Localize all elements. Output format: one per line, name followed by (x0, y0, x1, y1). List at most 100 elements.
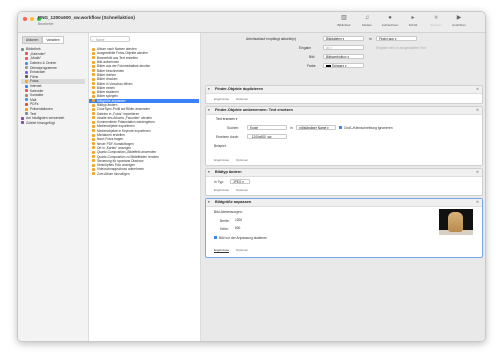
category-icon (25, 61, 28, 65)
receives-value: Bilddateien (326, 37, 342, 41)
sidebar-item-label: Filme (30, 74, 39, 79)
sidebar-item-label: „Musik“ (30, 56, 42, 61)
photos-icon (92, 116, 95, 120)
sidebar-item-label: Kontakte (30, 93, 44, 98)
step-icon: ▸ (411, 15, 415, 21)
card-header[interactable]: ▾ Finder-Objekte umbenennen: Text ersetz… (206, 107, 482, 115)
receives-select[interactable]: Bilddateien ▾ (323, 36, 364, 41)
replace-text-value: _1200x600_sw (250, 135, 272, 139)
tab-results[interactable]: Ergebnisse (214, 248, 230, 253)
photos-icon (92, 103, 95, 107)
category-icon (25, 93, 28, 97)
height-field[interactable]: 600 (233, 226, 249, 231)
name-scope-value: vollständiger Name (299, 126, 327, 130)
photos-icon (92, 129, 95, 133)
automator-window: PNG_1200x600_sw.workflow (Schnellaktion)… (17, 11, 486, 342)
width-field[interactable]: 1200 (233, 218, 249, 223)
sidebar-item-label: Zuletzt hinzugefügt (26, 120, 55, 125)
toolbar-step-button[interactable]: ▸ Schritt (404, 15, 422, 27)
category-icon (25, 75, 28, 79)
card-header[interactable]: ▾ Bildtyp ändern ✕ (206, 169, 482, 177)
sidebar-item-label: Präsentationen (30, 107, 53, 112)
input-select[interactable]: ist ▾ (323, 45, 364, 50)
toolbar-run-button[interactable]: ▶ Ausführen (450, 15, 468, 27)
sidebar-item-label: Dienstprogramme (30, 65, 57, 70)
in-label: in (369, 37, 372, 41)
photos-icon (92, 90, 95, 94)
tab-results[interactable]: Ergebnisse (214, 188, 229, 192)
search-text-field[interactable]: Kopie (247, 125, 287, 130)
tab-results[interactable]: Ergebnisse (214, 158, 229, 162)
receives-label: Arbeitsablauf empfängt aktuelle(n) (246, 37, 297, 41)
toolbar-library-button[interactable]: ▥ Bibliothek (335, 15, 353, 27)
chevron-down-icon[interactable]: ▾ (208, 107, 210, 114)
color-select[interactable]: Schwarz ▾ (323, 63, 364, 68)
scale-checkbox[interactable] (214, 236, 217, 239)
name-scope-select[interactable]: vollständiger Name ▾ (296, 125, 336, 130)
photos-icon (92, 142, 95, 146)
tab-options[interactable]: Optionen (236, 97, 248, 101)
toolbar-record-button[interactable]: ● Aufzeichnen (381, 15, 399, 27)
category-icon (25, 52, 28, 56)
height-label: Höhe: (220, 227, 229, 231)
action-search-input[interactable]: ⌕ Name (90, 36, 130, 42)
tab-options[interactable]: Optionen (236, 158, 248, 162)
photos-icon (92, 77, 95, 81)
card-footer-tabs: Ergebnisse Optionen (214, 248, 254, 253)
category-icon (25, 107, 28, 111)
photos-icon (92, 167, 95, 171)
search-text-value: Kopie (250, 126, 259, 130)
card-header[interactable]: ▾ Bildgröße anpassen ✕ (206, 199, 482, 207)
sidebar-item[interactable]: Zuletzt hinzugefügt (21, 121, 85, 126)
scale-label: Bild vor der Anpassung skalieren (219, 236, 268, 240)
close-icon[interactable]: ✕ (476, 199, 479, 206)
chevron-down-icon[interactable]: ▾ (208, 199, 210, 206)
search-placeholder: Name (96, 38, 105, 42)
toolbar-button-label: Schritt (408, 23, 418, 27)
chevron-down-icon[interactable]: ▾ (208, 86, 210, 93)
ignore-case-label: Groß-/Kleinschreibung ignorieren (344, 126, 393, 130)
workflow-area: Arbeitsablauf empfängt aktuelle(n) Bildd… (201, 33, 485, 341)
photos-icon (92, 107, 95, 111)
card-header[interactable]: ▾ Finder-Objekte duplizieren ✕ (206, 86, 482, 94)
photos-icon (92, 60, 95, 64)
dimensions-label: Bild-Abmessungen: (214, 210, 243, 214)
tab-variables[interactable]: Variablen (42, 36, 64, 44)
card-title: Bildtyp ändern (215, 170, 242, 174)
rename-mode-select[interactable]: Text ersetzen ▾ (214, 117, 244, 122)
category-icon (25, 79, 28, 83)
toolbar-stop-button[interactable]: ■ Stoppen (427, 15, 445, 27)
photos-icon (92, 112, 95, 116)
category-icon (21, 47, 24, 51)
tab-actions[interactable]: Aktionen (22, 36, 43, 44)
tab-results[interactable]: Ergebnisse (214, 97, 229, 101)
tab-options[interactable]: Optionen (236, 188, 248, 192)
action-list: Album nach Namen abrufen Ausgewählte Foto… (89, 47, 199, 341)
replace-text-field[interactable]: _1200x600_sw (247, 134, 287, 139)
type-label: In Typ: (214, 180, 224, 184)
chevron-down-icon[interactable]: ▾ (208, 169, 210, 176)
category-icon (25, 56, 28, 60)
replace-label: Ersetzen durch: (216, 135, 240, 139)
rename-mode-value: Text ersetzen (216, 117, 235, 121)
ignore-case-checkbox[interactable] (339, 126, 342, 129)
toolbar-button-label: Aufzeichnen (381, 23, 399, 27)
category-icon (25, 112, 28, 116)
app-select[interactable]: Finder.app ▾ (376, 36, 417, 41)
close-icon[interactable]: ✕ (476, 107, 479, 114)
image-select[interactable]: Bildsymbolbox ▾ (323, 54, 364, 59)
sidebar-item-label: Internet (30, 84, 42, 89)
tab-options[interactable]: Optionen (236, 248, 248, 252)
type-select[interactable]: JPEG ▾ (230, 179, 250, 184)
action-item[interactable]: Zum Album hinzufügen (89, 172, 199, 176)
photos-icon (92, 159, 95, 163)
close-button[interactable] (23, 17, 27, 21)
toolbar-button-label: Medien (362, 23, 372, 27)
close-icon[interactable]: ✕ (476, 169, 479, 176)
minimize-button[interactable] (30, 17, 34, 21)
toolbar-media-button[interactable]: ♫ Medien (358, 15, 376, 27)
close-icon[interactable]: ✕ (476, 86, 479, 93)
sidebar-item-label: Text (30, 111, 37, 116)
input-value: ist (326, 46, 330, 50)
library-sidebar: Aktionen Variablen Bibliothek „Kalender“ „… (18, 33, 89, 341)
